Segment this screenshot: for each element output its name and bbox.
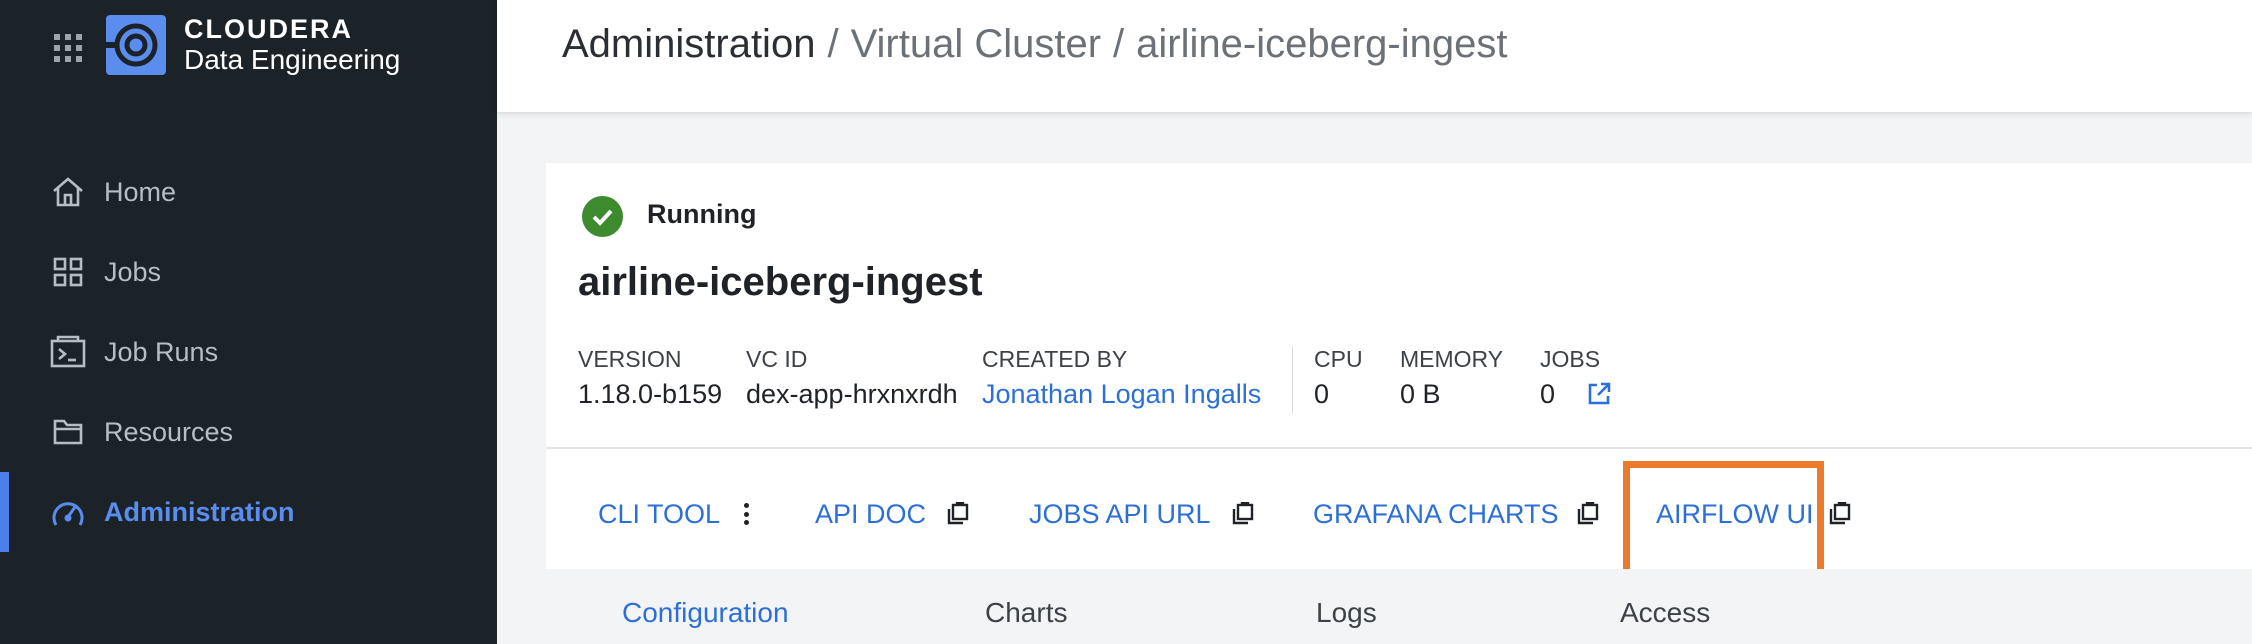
meta-label: VERSION xyxy=(578,346,682,372)
tab-bar xyxy=(546,569,2252,644)
speedometer-icon xyxy=(48,492,88,532)
breadcrumb-item-administration[interactable]: Administration xyxy=(562,22,815,66)
meta-vc-id: VC ID dex-app-hrxnxrdh xyxy=(746,346,958,410)
sidebar-item-label: Job Runs xyxy=(104,336,219,367)
sidebar-item-administration[interactable]: Administration xyxy=(0,480,497,544)
sidebar-item-label: Administration xyxy=(104,496,295,527)
meta-value: 0 xyxy=(1314,379,1330,409)
sidebar-item-label: Home xyxy=(104,176,177,207)
sidebar-item-home[interactable]: Home xyxy=(0,160,497,224)
meta-label: MEMORY xyxy=(1400,346,1504,372)
sidebar-item-resources[interactable]: Resources xyxy=(0,400,497,464)
sidebar-item-label: Jobs xyxy=(104,256,162,287)
folder-icon xyxy=(48,412,88,452)
api-doc-link[interactable]: API DOC xyxy=(815,499,926,530)
grafana-charts-link[interactable]: GRAFANA CHARTS xyxy=(1313,499,1559,530)
meta-label: VC ID xyxy=(746,346,808,372)
cluster-name: airline-iceberg-ingest xyxy=(578,260,983,304)
jobs-api-url-link[interactable]: JOBS API URL xyxy=(1029,499,1211,530)
meta-cpu: CPU 0 xyxy=(1314,346,1363,410)
breadcrumb-separator: / xyxy=(827,22,839,66)
status-label: Running xyxy=(647,199,757,229)
external-link-icon[interactable] xyxy=(1586,381,1612,407)
check-circle-icon xyxy=(582,196,623,237)
meta-version: VERSION 1.18.0-b159 xyxy=(578,346,722,410)
meta-label: JOBS xyxy=(1540,346,1601,372)
copy-icon[interactable] xyxy=(946,502,970,526)
app-switcher-icon[interactable] xyxy=(54,34,82,62)
tab-charts[interactable]: Charts xyxy=(985,597,1067,629)
meta-value: dex-app-hrxnxrdh xyxy=(746,379,958,409)
breadcrumb: Administration / Virtual Cluster / airline-i… xyxy=(562,22,1507,67)
meta-label: CREATED BY xyxy=(982,346,1128,372)
meta-memory: MEMORY 0 B xyxy=(1400,346,1503,410)
meta-created-by: CREATED BY Jonathan Logan Ingalls xyxy=(982,346,1261,410)
meta-value: 0 B xyxy=(1400,379,1441,409)
terminal-icon xyxy=(48,332,88,372)
meta-value: 1.18.0-b159 xyxy=(578,379,723,409)
meta-label: CPU xyxy=(1314,346,1363,372)
sidebar-item-job-runs[interactable]: Job Runs xyxy=(0,320,497,384)
more-options-icon[interactable] xyxy=(742,503,750,525)
breadcrumb-item-current: airline-iceberg-ingest xyxy=(1136,22,1508,66)
tab-access[interactable]: Access xyxy=(1620,597,1710,629)
copy-icon[interactable] xyxy=(1231,502,1255,526)
tab-logs[interactable]: Logs xyxy=(1316,597,1377,629)
creator-link[interactable]: Jonathan Logan Ingalls xyxy=(982,379,1261,410)
cloudera-logo-icon xyxy=(106,15,166,75)
home-icon xyxy=(48,172,88,212)
copy-icon[interactable] xyxy=(1828,502,1852,526)
breadcrumb-separator: / xyxy=(1113,22,1125,66)
brand-product: Data Engineering xyxy=(184,44,401,75)
airflow-ui-highlight-box xyxy=(1623,461,1824,579)
breadcrumb-item-virtual-cluster[interactable]: Virtual Cluster xyxy=(851,22,1101,66)
sidebar-item-jobs[interactable]: Jobs xyxy=(0,240,497,304)
divider xyxy=(1292,346,1293,414)
sidebar-item-label: Resources xyxy=(104,416,234,447)
grid-icon xyxy=(48,252,88,292)
sidebar: CLOUDERA Data Engineering Home Jobs Job … xyxy=(0,0,497,644)
tab-configuration[interactable]: Configuration xyxy=(622,597,789,629)
copy-icon[interactable] xyxy=(1576,502,1600,526)
cli-tool-button[interactable]: CLI TOOL xyxy=(598,499,720,530)
brand-name: CLOUDERA xyxy=(184,14,353,44)
cluster-details-card: Running airline-iceberg-ingest VERSION 1… xyxy=(546,163,2252,644)
page-header: Administration / Virtual Cluster / airline-i… xyxy=(497,0,2252,112)
